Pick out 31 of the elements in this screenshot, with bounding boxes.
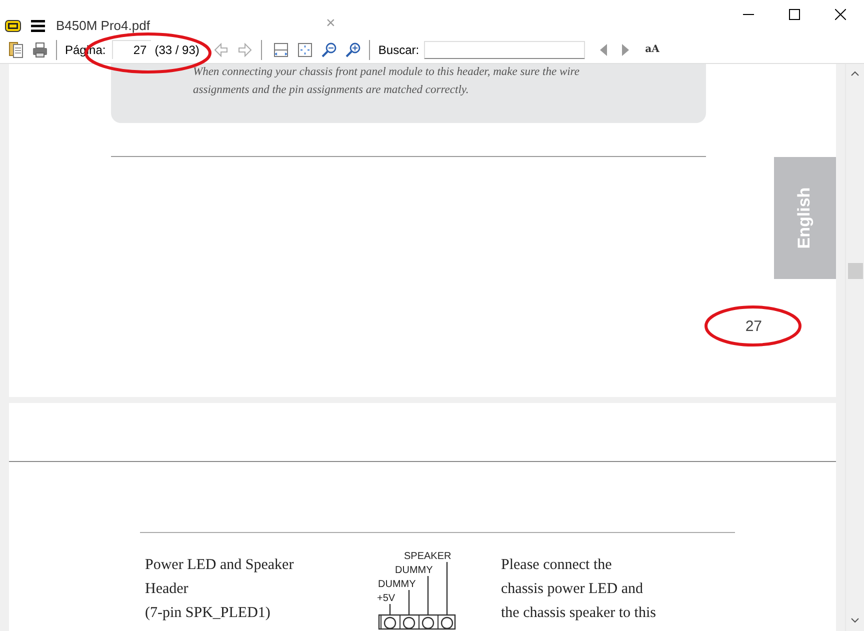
next-result-icon[interactable] <box>621 42 632 56</box>
vertical-scrollbar[interactable] <box>845 64 864 631</box>
text-size-button[interactable]: aA <box>645 44 660 55</box>
zoom-out-icon[interactable] <box>321 42 338 58</box>
search-field[interactable] <box>424 40 586 58</box>
fit-width-icon[interactable] <box>273 42 290 58</box>
previous-result-icon[interactable] <box>598 42 608 56</box>
zoom-in-icon[interactable] <box>345 42 362 58</box>
scroll-up-icon[interactable] <box>851 71 859 76</box>
pin-label: DUMMY <box>378 579 416 590</box>
page-number: 27 <box>745 318 762 335</box>
header-title: Power LED and Speaker Header (7-pin SPK_PLED1) <box>145 556 295 623</box>
page-count: (33 / 93) <box>154 42 200 56</box>
note-text: When connecting your chassis front panel module to this header, make sure the wire assignments and the pin assignments are matched correctly. <box>193 65 580 98</box>
pin-label: DUMMY <box>395 565 433 576</box>
pdf-app-icon <box>5 20 21 32</box>
page-number-field[interactable]: 27 <box>112 40 151 59</box>
document-tab-title[interactable]: B450M Pro4.pdf <box>56 18 326 33</box>
scrollbar-thumb[interactable] <box>848 263 862 279</box>
open-document-icon[interactable] <box>8 42 24 58</box>
pin-label: +5V <box>377 593 396 604</box>
description-text: Please connect the chassis power LED and the chassis speaker to this <box>501 556 657 623</box>
language-label: English <box>795 187 815 249</box>
pin-label: SPEAKER <box>404 551 452 562</box>
fit-page-icon[interactable] <box>297 42 314 58</box>
menu-icon[interactable] <box>31 20 45 32</box>
search-label: Buscar: <box>378 42 420 56</box>
scroll-down-icon[interactable] <box>851 618 859 623</box>
maximize-icon[interactable] <box>789 9 800 20</box>
close-icon[interactable] <box>835 9 846 20</box>
printer-icon[interactable] <box>32 42 48 58</box>
